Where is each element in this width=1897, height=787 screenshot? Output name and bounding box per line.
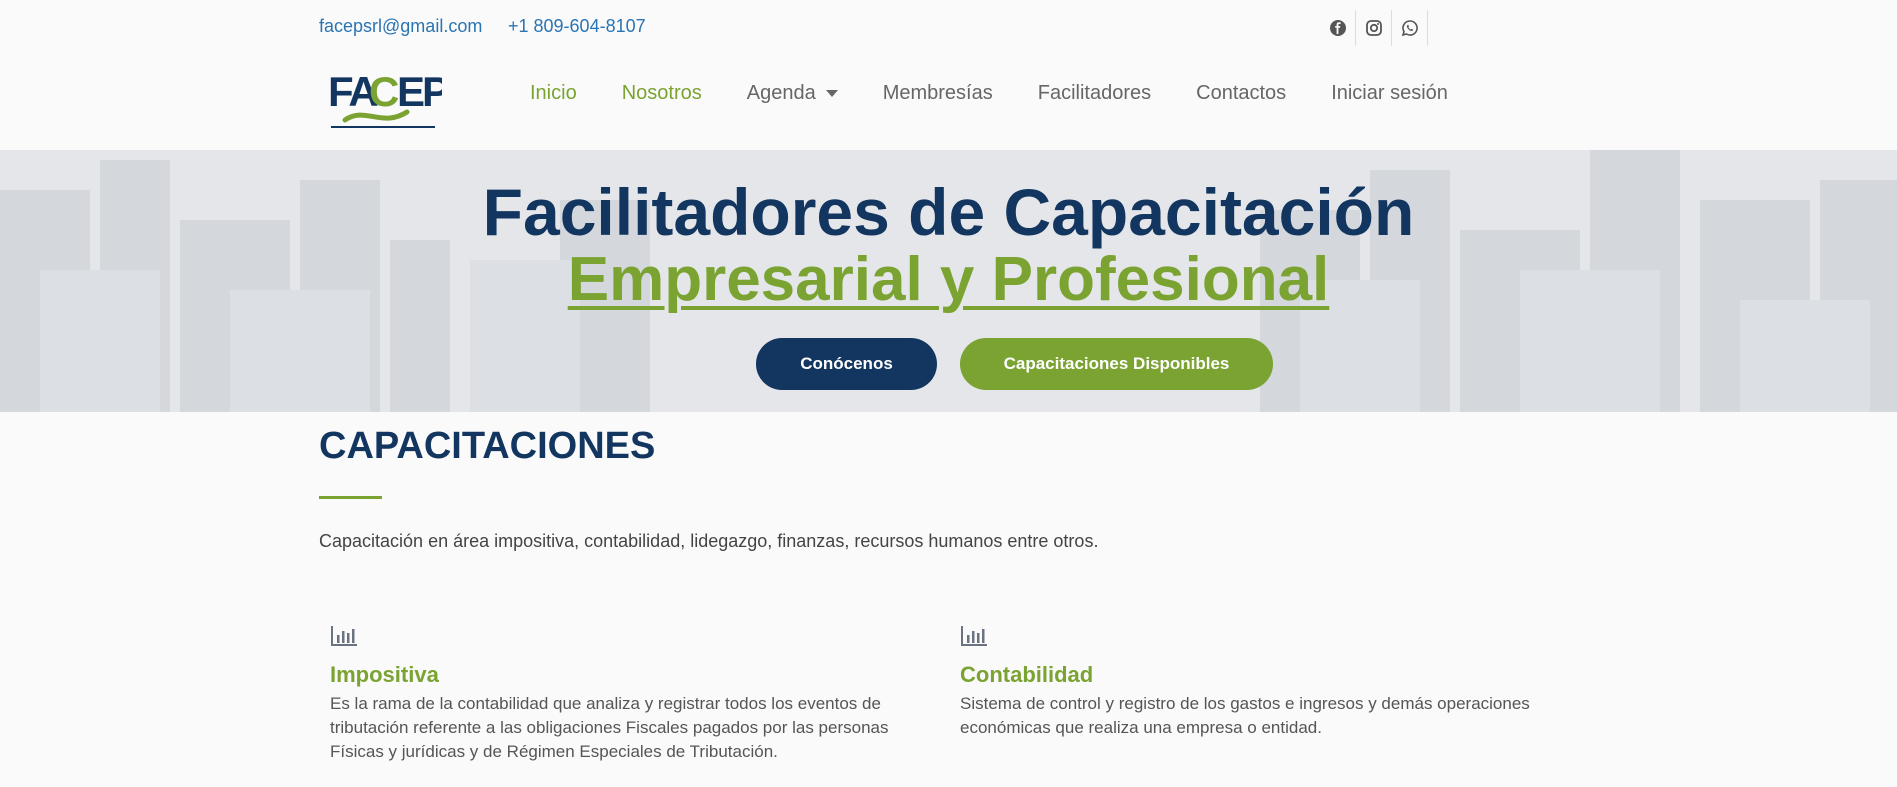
- card-text: Es la rama de la contabilidad que analiz…: [330, 694, 889, 761]
- section-description: Capacitación en área impositiva, contabi…: [319, 531, 1099, 551]
- card-impositiva: Impositiva Es la rama de la contabilidad…: [330, 625, 930, 764]
- email-link[interactable]: facepsrl@gmail.com: [319, 16, 482, 37]
- svg-text:EP: EP: [397, 68, 442, 115]
- nav-nosotros[interactable]: Nosotros: [622, 82, 702, 105]
- nav-contactos[interactable]: Contactos: [1196, 82, 1286, 105]
- nav-agenda[interactable]: Agenda: [747, 82, 838, 105]
- whatsapp-icon[interactable]: [1392, 10, 1428, 46]
- site-header: FA C EP Inicio Nosotros Agenda Membresía…: [0, 50, 1897, 150]
- social-links: [1320, 10, 1428, 46]
- bar-chart-icon: [961, 626, 987, 646]
- bar-chart-icon: [331, 626, 357, 646]
- capacitaciones-button[interactable]: Capacitaciones Disponibles: [960, 338, 1273, 390]
- main-nav: Inicio Nosotros Agenda Membresías Facili…: [530, 82, 1493, 105]
- facep-logo[interactable]: FA C EP: [327, 66, 442, 132]
- hero-title: Facilitadores de Capacitación: [482, 175, 1415, 249]
- card-title: Contabilidad: [960, 662, 1094, 687]
- nav-agenda-label: Agenda: [746, 82, 816, 104]
- conocenos-button[interactable]: Conócenos: [756, 338, 937, 390]
- card-text: Sistema de control y registro de los gas…: [960, 694, 1530, 737]
- nav-iniciar-sesion[interactable]: Iniciar sesión: [1331, 82, 1448, 105]
- hero-banner: Facilitadores de Capacitación Empresaria…: [0, 150, 1897, 412]
- card-contabilidad: Contabilidad Sistema de control y regist…: [960, 625, 1560, 740]
- section-title: CAPACITACIONES: [319, 425, 656, 467]
- top-bar: facepsrl@gmail.com +1 809-604-8107: [0, 0, 1897, 50]
- chevron-down-icon: [825, 90, 838, 97]
- section-divider: [319, 496, 382, 499]
- hero-subtitle[interactable]: Empresarial y Profesional: [0, 244, 1897, 315]
- nav-inicio[interactable]: Inicio: [530, 82, 577, 105]
- card-title: Impositiva: [330, 662, 439, 687]
- svg-text:C: C: [369, 68, 399, 115]
- nav-membresias[interactable]: Membresías: [883, 82, 993, 105]
- instagram-icon[interactable]: [1356, 10, 1392, 46]
- facebook-icon[interactable]: [1320, 10, 1356, 46]
- nav-facilitadores[interactable]: Facilitadores: [1038, 82, 1151, 105]
- phone-link[interactable]: +1 809-604-8107: [508, 16, 646, 37]
